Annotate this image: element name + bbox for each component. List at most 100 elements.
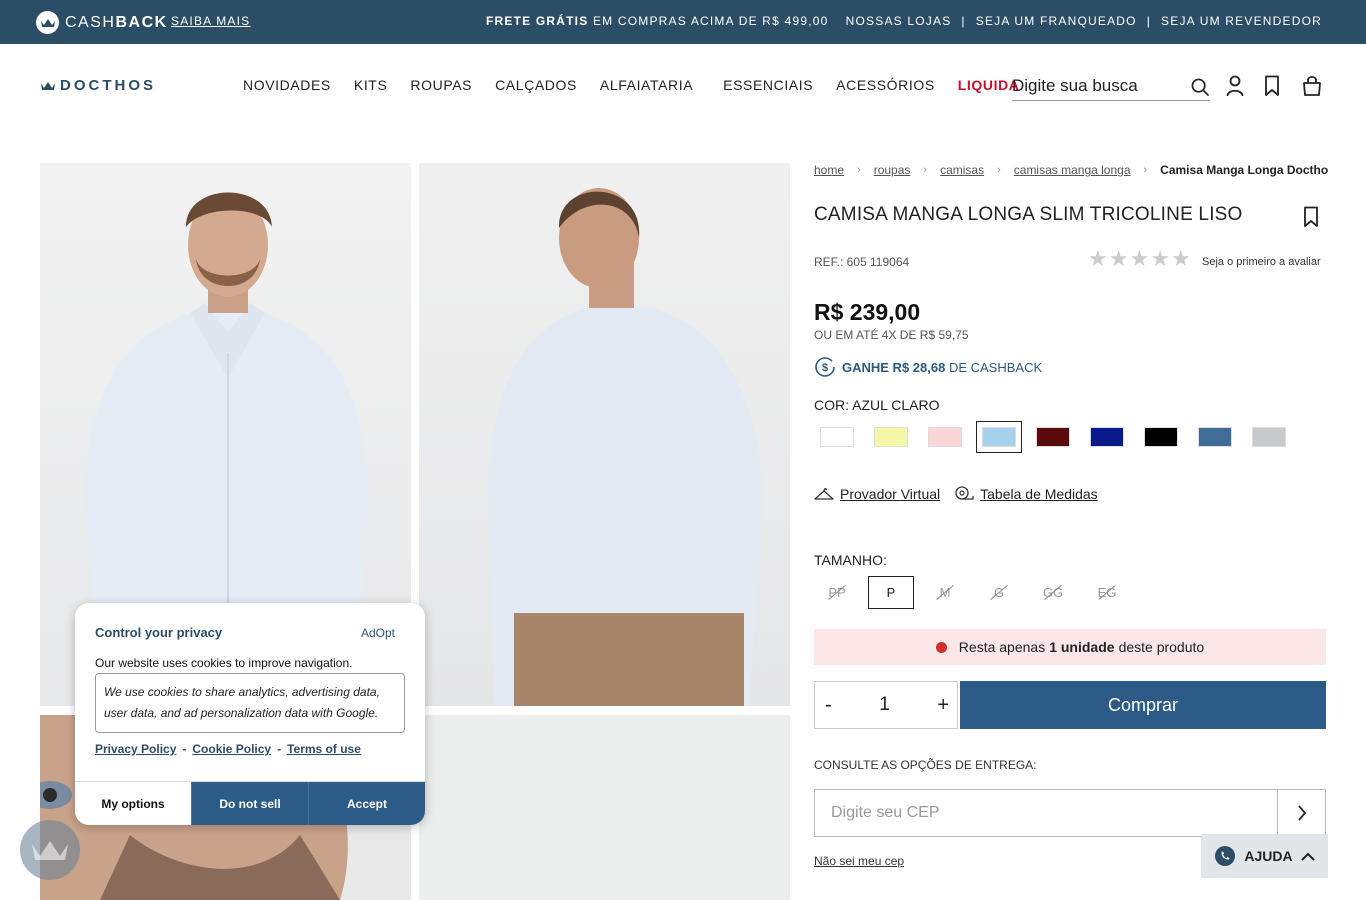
cashback-icon: $ — [815, 357, 835, 377]
user-icon[interactable] — [1226, 75, 1244, 97]
color-swatch[interactable] — [1246, 421, 1292, 453]
nav-essenciais[interactable]: ESSENCIAIS — [723, 77, 813, 93]
nao-sei-cep-link[interactable]: Não sei meu cep — [814, 854, 904, 868]
color-swatch[interactable] — [976, 421, 1022, 453]
color-swatches — [814, 421, 1292, 453]
top-announcement-bar: CASHBACK SAIBA MAIS FRETE GRÁTIS EM COMP… — [0, 0, 1366, 44]
chevron-right-icon — [1297, 805, 1306, 821]
stock-alert: Resta apenas 1 unidade deste produto — [814, 629, 1326, 665]
qty-plus-button[interactable]: + — [937, 694, 949, 717]
color-label: COR: AZUL CLARO — [814, 397, 940, 413]
cep-form — [814, 789, 1326, 837]
link-franqueado[interactable]: SEJA UM FRANQUEADO — [976, 14, 1137, 28]
nav-novidades[interactable]: NOVIDADES — [243, 77, 331, 93]
brand-name: DOCTHOS — [60, 77, 156, 94]
color-chip — [874, 427, 908, 447]
cart-icon[interactable] — [1302, 75, 1322, 97]
nav-kits[interactable]: KITS — [354, 77, 388, 93]
cashback-floating-button[interactable] — [20, 820, 80, 880]
cashback-wordmark: CASHBACK — [65, 13, 168, 31]
cookie-policy-link[interactable]: Cookie Policy — [192, 742, 271, 756]
size-option[interactable]: EG — [1084, 576, 1130, 609]
cookie-brand[interactable]: AdOpt — [361, 626, 395, 640]
star-icon: ★ — [1108, 246, 1129, 271]
search-icon[interactable] — [1191, 78, 1210, 97]
whatsapp-icon — [1215, 846, 1236, 866]
cep-submit-button[interactable] — [1277, 790, 1325, 836]
tabela-medidas-link[interactable]: Tabela de Medidas — [954, 486, 1098, 502]
product-image-texture[interactable] — [419, 715, 790, 900]
wishlist-icon[interactable] — [1264, 75, 1280, 97]
buy-button[interactable]: Comprar — [960, 681, 1326, 729]
product-title: CAMISA MANGA LONGA SLIM TRICOLINE LISO — [814, 204, 1243, 225]
product-ref: REF.: 605 119064 — [814, 255, 910, 269]
saiba-mais-link[interactable]: SAIBA MAIS — [171, 14, 250, 28]
breadcrumb-home[interactable]: home — [814, 163, 844, 177]
link-separator: | — [961, 14, 966, 28]
do-not-sell-button[interactable]: Do not sell — [191, 782, 308, 825]
rating-stars[interactable]: ★ ★ ★ ★ ★ — [1088, 248, 1191, 270]
product-price: R$ 239,00 — [814, 299, 921, 325]
color-swatch[interactable] — [922, 421, 968, 453]
breadcrumb-camisas-manga-longa[interactable]: camisas manga longa — [1014, 163, 1131, 177]
color-chip — [1198, 427, 1232, 447]
size-option[interactable]: M — [922, 576, 968, 609]
cep-input[interactable] — [815, 790, 1277, 836]
link-nossas-lojas[interactable]: NOSSAS LOJAS — [846, 14, 952, 28]
nav-calcados[interactable]: CALÇADOS — [495, 77, 577, 93]
chevron-right-icon: › — [857, 164, 861, 176]
link-separator: - — [182, 742, 187, 756]
breadcrumb-current: Camisa Manga Longa Doctho — [1160, 163, 1329, 177]
breadcrumb-roupas[interactable]: roupas — [874, 163, 911, 177]
nav-liquida[interactable]: LIQUIDA — [958, 77, 1020, 93]
cashback-info: $ GANHE R$ 28,68 DE CASHBACK — [814, 356, 1042, 378]
size-option[interactable]: PP — [814, 576, 860, 609]
color-chip — [1090, 427, 1124, 447]
delivery-label: CONSULTE AS OPÇÕES DE ENTREGA: — [814, 758, 1037, 772]
product-image-back[interactable] — [419, 163, 790, 706]
search-box — [1012, 74, 1210, 101]
size-option[interactable]: G — [976, 576, 1022, 609]
rating-text[interactable]: Seja o primeiro a avaliar — [1202, 256, 1321, 268]
color-swatch[interactable] — [814, 421, 860, 453]
search-input[interactable] — [1012, 74, 1182, 96]
qty-minus-button[interactable]: - — [825, 694, 832, 717]
terms-of-use-link[interactable]: Terms of use — [287, 742, 361, 756]
size-options: PP P M G GG EG — [814, 576, 1130, 609]
color-swatch[interactable] — [868, 421, 914, 453]
cashback-logo[interactable]: CASHBACK — [36, 11, 168, 34]
color-swatch[interactable] — [1192, 421, 1238, 453]
nav-roupas[interactable]: ROUPAS — [410, 77, 472, 93]
size-option[interactable]: GG — [1030, 576, 1076, 609]
privacy-policy-link[interactable]: Privacy Policy — [95, 742, 176, 756]
size-option[interactable]: P — [868, 576, 914, 609]
help-chat-button[interactable]: AJUDA — [1201, 834, 1328, 878]
hanger-icon — [814, 487, 834, 500]
accept-button[interactable]: Accept — [308, 782, 425, 825]
crown-icon — [32, 841, 68, 860]
color-chip — [1252, 427, 1286, 447]
color-swatch[interactable] — [1030, 421, 1076, 453]
color-swatch[interactable] — [1084, 421, 1130, 453]
color-chip — [982, 427, 1016, 447]
provador-virtual-link[interactable]: Provador Virtual — [814, 486, 940, 502]
star-icon: ★ — [1088, 246, 1108, 271]
cookie-buttons: My options Do not sell Accept — [75, 781, 425, 825]
nav-acessorios[interactable]: ACESSÓRIOS — [836, 77, 935, 93]
brand-logo[interactable]: DOCTHOS — [40, 77, 156, 94]
breadcrumb: home › roupas › camisas › camisas manga … — [814, 163, 1328, 177]
color-chip — [820, 427, 854, 447]
crown-icon — [36, 11, 59, 34]
qty-value[interactable]: 1 — [879, 694, 890, 716]
measuring-tape-icon — [955, 486, 974, 500]
color-swatch[interactable] — [1138, 421, 1184, 453]
color-chip — [1036, 427, 1070, 447]
my-options-button[interactable]: My options — [75, 782, 191, 825]
chevron-right-icon: › — [923, 164, 928, 176]
link-revendedor[interactable]: SEJA UM REVENDEDOR — [1161, 14, 1322, 28]
color-chip — [928, 427, 962, 447]
breadcrumb-camisas[interactable]: camisas — [940, 163, 984, 177]
product-tools: Provador Virtual Tabela de Medidas — [814, 486, 1098, 502]
bookmark-icon[interactable] — [1302, 206, 1320, 228]
nav-alfaiataria[interactable]: ALFAIATARIA — [600, 77, 693, 93]
